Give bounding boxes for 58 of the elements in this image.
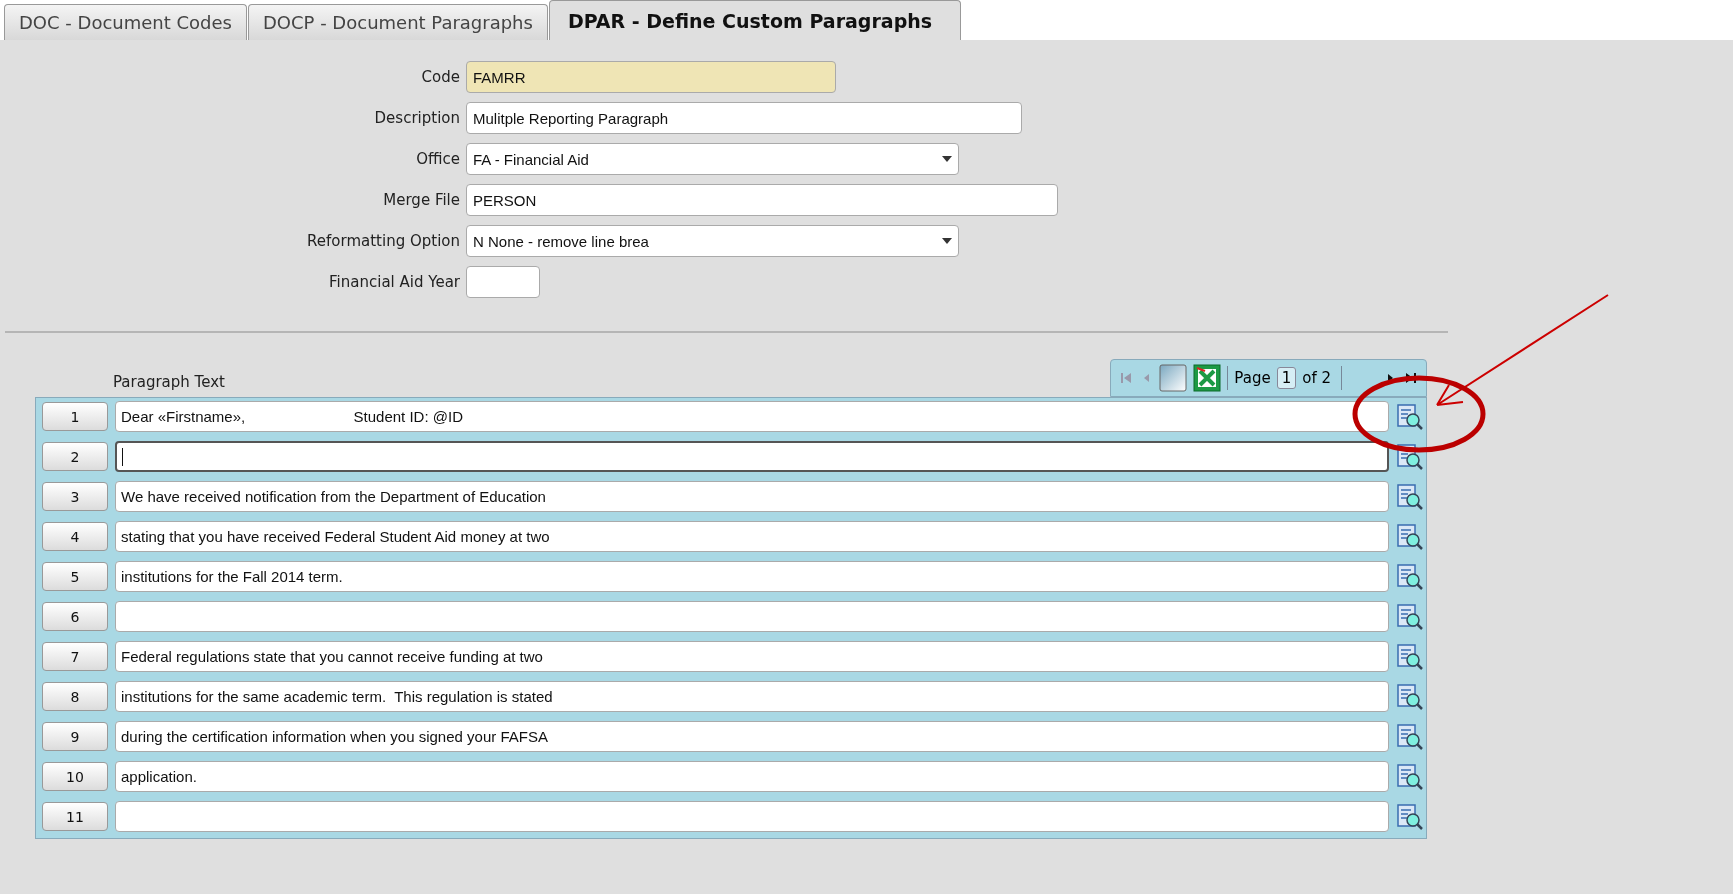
input-field[interactable]: PERSON <box>466 184 1058 216</box>
field-label: Office <box>416 150 460 168</box>
blank-page-icon[interactable] <box>1159 364 1188 392</box>
paragraph-input[interactable]: application. <box>115 761 1389 792</box>
dropdown[interactable]: N None - remove line brea <box>466 225 959 257</box>
document-search-icon[interactable] <box>1396 442 1424 471</box>
paragraph-input[interactable]: Federal regulations state that you cannot receive funding at two <box>115 641 1389 672</box>
tab[interactable]: DOCP - Document Paragraphs <box>247 4 548 40</box>
input-field[interactable]: Mulitple Reporting Paragraph <box>466 102 1022 134</box>
row-number-button[interactable]: 6 <box>42 602 108 631</box>
input-field[interactable] <box>466 266 540 298</box>
row-number-button[interactable]: 2 <box>42 442 108 471</box>
paragraph-input[interactable] <box>115 441 1389 472</box>
paragraph-input[interactable]: stating that you have received Federal Student Aid money at two <box>115 521 1389 552</box>
row-number-button[interactable]: 5 <box>42 562 108 591</box>
paragraph-input[interactable]: institutions for the same academic term. This regulation is stated <box>115 681 1389 712</box>
document-search-icon[interactable] <box>1396 562 1424 591</box>
paragraph-input[interactable] <box>115 601 1389 632</box>
row-number-button[interactable]: 4 <box>42 522 108 551</box>
dropdown[interactable]: FA - Financial Aid <box>466 143 959 175</box>
column-header: Paragraph Text <box>113 373 225 391</box>
page-total: of 2 <box>1302 369 1331 387</box>
document-search-icon[interactable] <box>1396 682 1424 711</box>
page-label: Page <box>1234 369 1271 387</box>
row-number-button[interactable]: 11 <box>42 802 108 831</box>
row-number-button[interactable]: 3 <box>42 482 108 511</box>
document-search-icon[interactable] <box>1396 642 1424 671</box>
document-search-icon[interactable] <box>1396 802 1424 831</box>
tab[interactable]: DOC - Document Codes <box>4 4 247 40</box>
paragraph-input[interactable]: during the certification information when you signed your FAFSA <box>115 721 1389 752</box>
page-number-field[interactable]: 1 <box>1276 367 1297 389</box>
input-field[interactable]: FAMRR <box>466 61 836 93</box>
row-number-button[interactable]: 7 <box>42 642 108 671</box>
tab[interactable]: DPAR - Define Custom Paragraphs <box>548 0 962 40</box>
row-number-button[interactable]: 9 <box>42 722 108 751</box>
document-search-icon[interactable] <box>1396 722 1424 751</box>
row-number-button[interactable]: 8 <box>42 682 108 711</box>
field-label: Code <box>421 68 460 86</box>
caret-icon <box>942 156 952 162</box>
spreadsheet-export-icon[interactable] <box>1193 364 1222 392</box>
document-search-icon[interactable] <box>1396 482 1424 511</box>
paragraph-input[interactable] <box>115 801 1389 832</box>
field-label: Reformatting Option <box>307 232 460 250</box>
paragraph-input[interactable]: Dear «Firstname», Student ID: @ID <box>115 401 1389 432</box>
field-label: Description <box>374 109 460 127</box>
row-number-button[interactable]: 10 <box>42 762 108 791</box>
document-search-icon[interactable] <box>1396 602 1424 631</box>
caret-icon <box>942 238 952 244</box>
text-cursor <box>122 447 123 466</box>
row-number-button[interactable]: 1 <box>42 402 108 431</box>
paragraph-input[interactable]: institutions for the Fall 2014 term. <box>115 561 1389 592</box>
paragraph-input[interactable]: We have received notification from the Department of Education <box>115 481 1389 512</box>
field-label: Financial Aid Year <box>329 273 460 291</box>
last-page-icon[interactable] <box>1404 371 1418 385</box>
document-search-icon[interactable] <box>1396 522 1424 551</box>
field-label: Merge File <box>383 191 460 209</box>
document-search-icon[interactable] <box>1396 402 1424 431</box>
document-search-icon[interactable] <box>1396 762 1424 791</box>
